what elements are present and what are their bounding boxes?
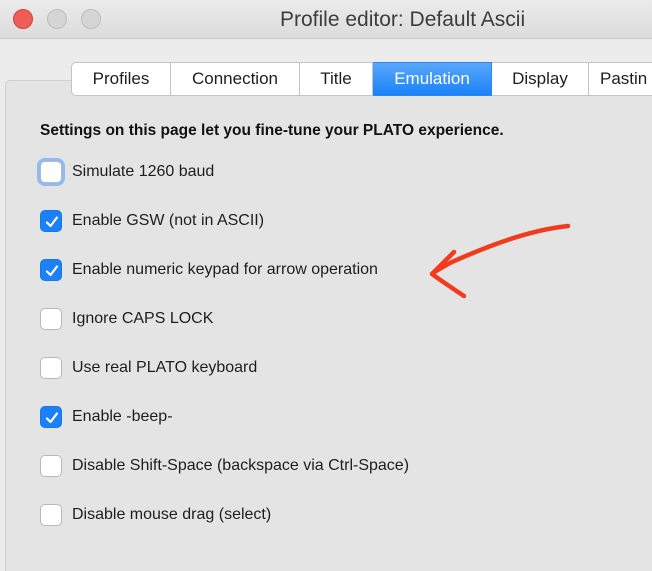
red-hand-drawn-arrow-icon [429,223,571,299]
profile-editor-window: Profile editor: Default Ascii Profiles C… [0,0,652,571]
